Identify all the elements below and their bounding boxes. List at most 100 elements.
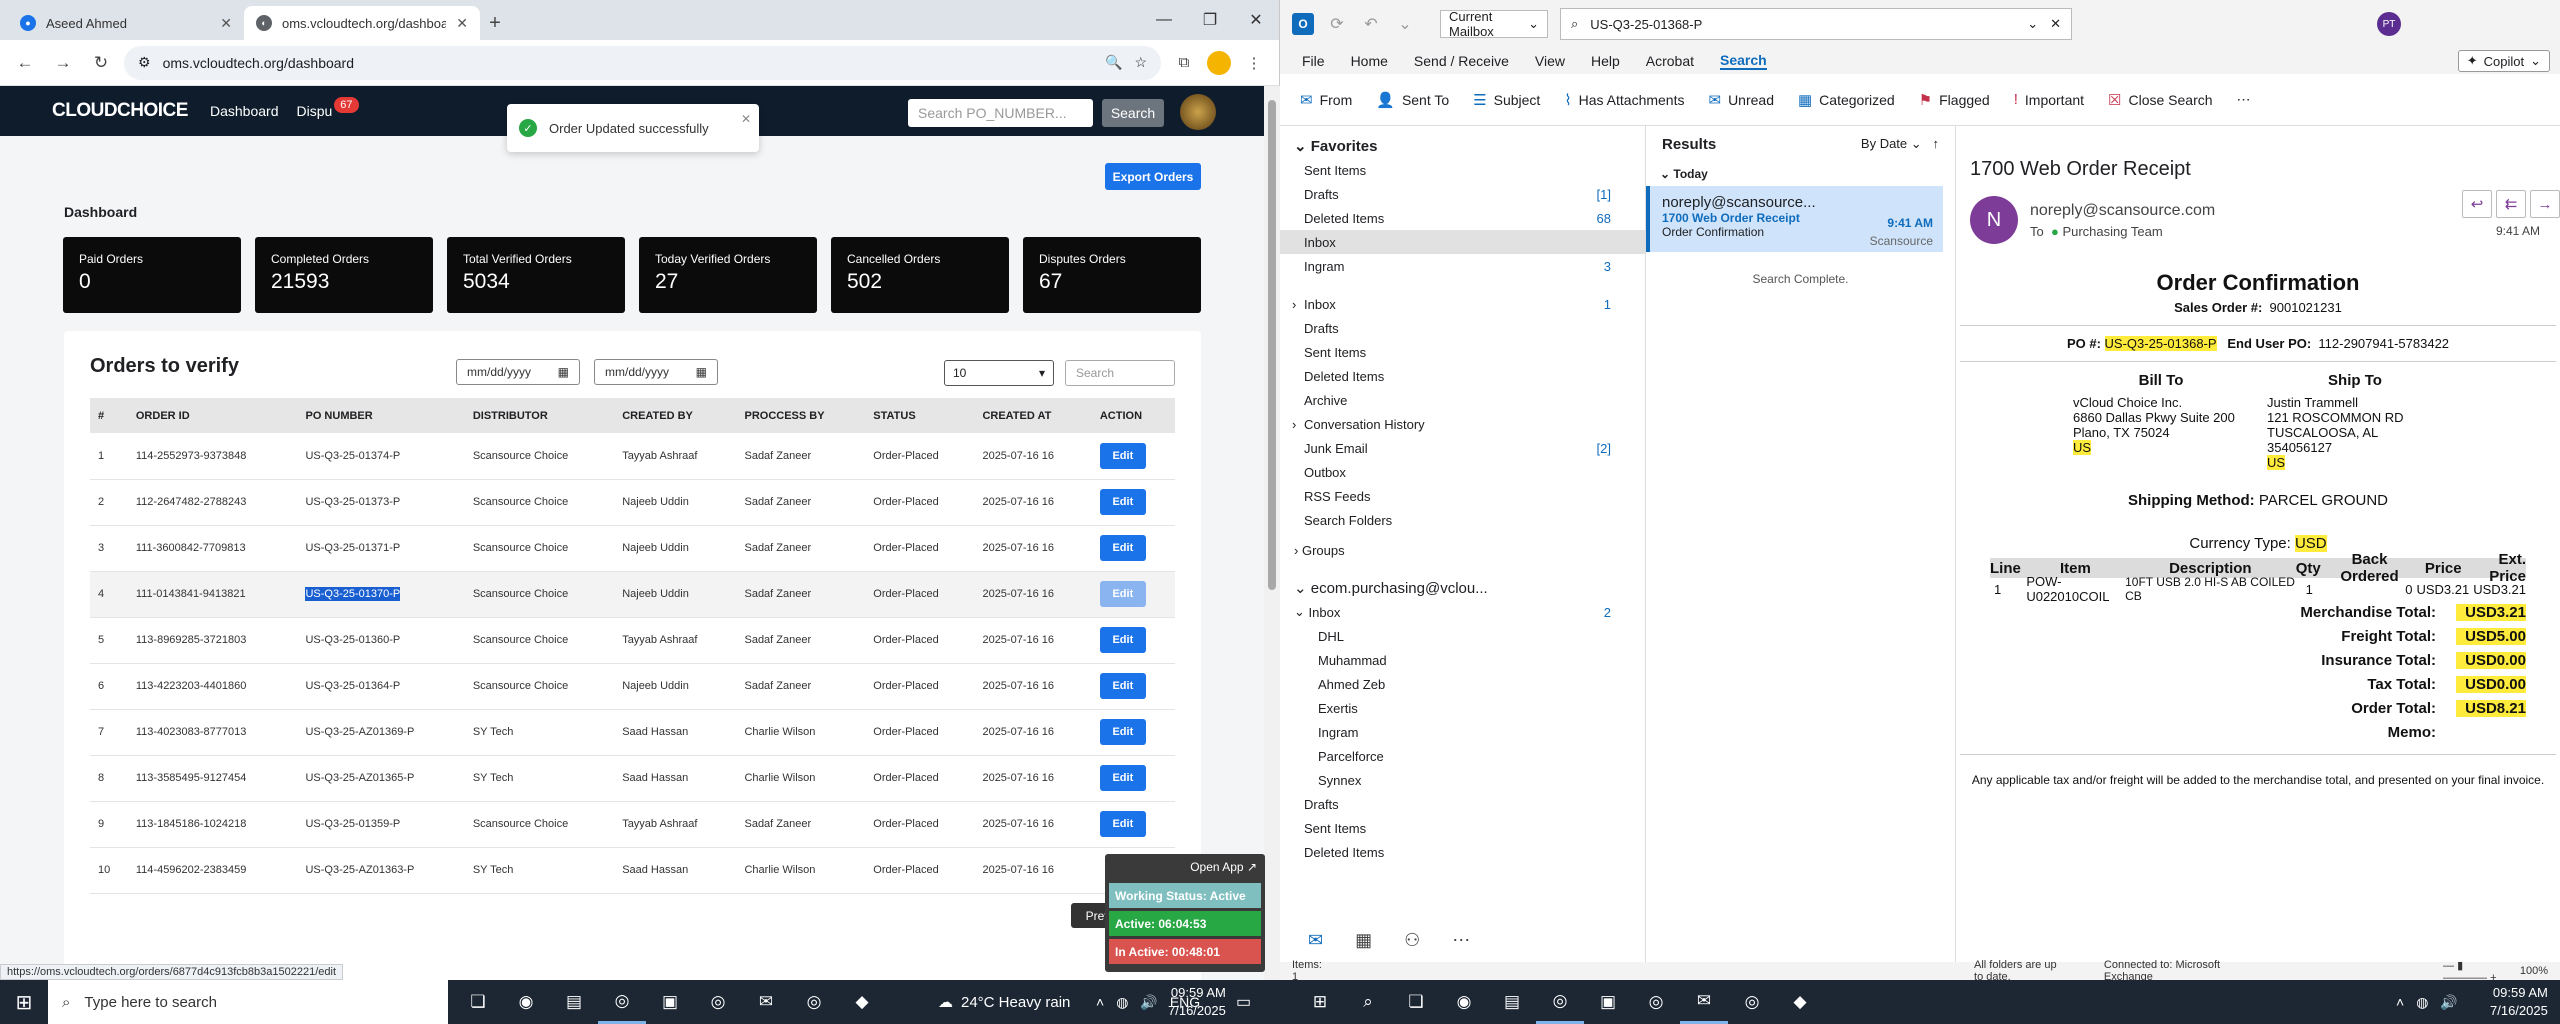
date-to-input[interactable]: mm/dd/yyyy ▦ [594, 359, 718, 385]
vpn-app-icon[interactable]: ◆ [1776, 980, 1824, 1024]
start-icon[interactable]: ⊞ [1296, 980, 1344, 1024]
edit-button[interactable]: Edit [1099, 673, 1146, 699]
ribbon-important[interactable]: ! Important [2014, 91, 2084, 108]
favorite-folder[interactable]: Sent Items [1280, 158, 1645, 182]
ribbon-from[interactable]: ✉ From [1300, 91, 1352, 109]
inbox-subfolder[interactable]: Ahmed Zeb [1280, 672, 1645, 696]
weather-widget[interactable]: ☁ 24°C Heavy rain [938, 980, 1070, 1024]
chevron-right-icon[interactable]: › [1292, 297, 1296, 312]
ribbon-flagged[interactable]: ⚑ Flagged [1919, 91, 1990, 109]
menu-help[interactable]: Help [1591, 53, 1620, 69]
ribbon-has-attachments[interactable]: ⌇ Has Attachments [1564, 91, 1684, 109]
vpn-app-icon[interactable]: ◆ [838, 980, 886, 1024]
reload-icon[interactable]: ↻ [86, 48, 116, 78]
account-avatar[interactable]: PT [2377, 12, 2401, 36]
copilot-button[interactable]: ✦ Copilot ⌄ [2457, 50, 2550, 72]
windows-start-icon[interactable]: ⊞ [0, 980, 48, 1024]
people-icon[interactable]: ⚇ [1404, 930, 1420, 951]
outlook-search-input[interactable]: ⌕ US-Q3-25-01368-P ⌄ ✕ [1560, 8, 2072, 40]
chevron-down-icon[interactable]: ⌄ [2027, 16, 2038, 32]
ribbon-unread[interactable]: ✉ Unread [1708, 91, 1774, 109]
notifications-icon[interactable]: ▭ [1236, 992, 1251, 1012]
edit-button[interactable]: Edit [1099, 535, 1146, 561]
ribbon-categorized[interactable]: ▦ Categorized [1798, 91, 1895, 109]
volume-icon[interactable]: 🔊 [1140, 994, 1157, 1011]
ribbon-subject[interactable]: ☰ Subject [1473, 91, 1540, 109]
table-search-input[interactable]: Search [1065, 360, 1175, 386]
close-tab-icon[interactable]: ✕ [220, 15, 232, 32]
omnibox[interactable]: ⚙ oms.vcloudtech.org/dashboard 🔍 ☆ [124, 45, 1161, 80]
menu-acrobat[interactable]: Acrobat [1646, 53, 1694, 69]
maximize-icon[interactable]: ❐ [1187, 0, 1233, 40]
new-tab-button[interactable]: + [480, 6, 510, 40]
edit-button[interactable]: Edit [1099, 719, 1146, 745]
chevron-right-icon[interactable]: › [1292, 417, 1296, 432]
zoom-app-icon[interactable]: ▣ [1584, 980, 1632, 1024]
tray-chevron-icon[interactable]: ˄ [2396, 994, 2404, 1010]
sort-direction-icon[interactable]: ↑ [1933, 136, 1940, 151]
mail-folder[interactable]: › Conversation History [1280, 412, 1645, 436]
clock-right[interactable]: 09:59 AM 7/16/2025 [2490, 984, 2548, 1020]
forward-icon[interactable]: → [48, 48, 78, 78]
browser-tab-aseed[interactable]: ● Aseed Ahmed ✕ [8, 6, 244, 40]
taskbar-search-input[interactable]: ⌕ Type here to search [48, 980, 448, 1024]
mail-folder[interactable]: Outbox [1280, 460, 1645, 484]
mail-icon[interactable]: ✉ [1308, 930, 1323, 951]
inbox-subfolder[interactable]: Ingram [1280, 720, 1645, 744]
calendar-icon[interactable]: ▦ [558, 365, 569, 379]
close-toast-icon[interactable]: ✕ [741, 112, 751, 126]
menu-search[interactable]: Search [1720, 52, 1767, 70]
mail-folder[interactable]: Deleted Items [1280, 364, 1645, 388]
ribbon-sent-to[interactable]: 👤 Sent To [1376, 91, 1449, 109]
menu-home[interactable]: Home [1351, 53, 1388, 69]
favorite-folder[interactable]: Inbox [1280, 230, 1645, 254]
menu-view[interactable]: View [1535, 53, 1565, 69]
account-folder[interactable]: Sent Items [1280, 816, 1645, 840]
edge-icon[interactable]: ◉ [502, 980, 550, 1024]
open-app-link[interactable]: Open App ↗ [1105, 854, 1265, 880]
edit-button[interactable]: Edit [1099, 765, 1146, 791]
extensions-icon[interactable]: ⧉ [1169, 48, 1199, 78]
account-folder[interactable]: Deleted Items [1280, 840, 1645, 864]
mail-folder[interactable]: › Inbox 1 [1280, 292, 1645, 316]
menu-file[interactable]: File [1302, 53, 1325, 69]
user-avatar[interactable] [1180, 94, 1216, 130]
account-folder[interactable]: Drafts [1280, 792, 1645, 816]
nav-dashboard[interactable]: Dashboard [210, 103, 279, 119]
minimize-icon[interactable]: — [1141, 0, 1187, 40]
chrome-profile2-icon[interactable]: ◎ [790, 980, 838, 1024]
inbox-subfolder[interactable]: DHL [1280, 624, 1645, 648]
ribbon-more-icon[interactable]: ⋯ [2237, 91, 2251, 108]
inbox-subfolder[interactable]: Parcelforce [1280, 744, 1645, 768]
volume-icon[interactable]: 🔊 [2440, 994, 2457, 1011]
group-today[interactable]: ⌄ Today [1646, 162, 1955, 186]
mailbox-scope-select[interactable]: Current Mailbox ⌄ [1440, 9, 1548, 39]
groups-header[interactable]: › Groups [1280, 538, 1645, 562]
inbox-subfolder[interactable]: Synnex [1280, 768, 1645, 792]
reply-all-icon[interactable]: ⇇ [2496, 190, 2526, 218]
edit-button[interactable]: Edit [1099, 627, 1146, 653]
close-icon[interactable]: ✕ [1233, 0, 1279, 40]
edit-button[interactable]: Edit [1099, 442, 1146, 469]
network-icon[interactable]: ◍ [2416, 994, 2428, 1011]
chrome-profile-icon[interactable]: ◎ [1632, 980, 1680, 1024]
browser-tab-dashboard[interactable]: ◐ oms.vcloudtech.org/dashboard ✕ [244, 6, 480, 40]
clock-left[interactable]: 09:59 AM 7/16/2025 [1168, 984, 1226, 1020]
edge-icon[interactable]: ◉ [1440, 980, 1488, 1024]
account-header[interactable]: ⌄ ecom.purchasing@vclou... [1280, 576, 1645, 600]
more-apps-icon[interactable]: ⋯ [1452, 930, 1470, 951]
edit-button[interactable]: Edit [1099, 489, 1146, 515]
favorite-folder[interactable]: Drafts [1] [1280, 182, 1645, 206]
mail-folder[interactable]: Junk Email [2] [1280, 436, 1645, 460]
close-tab-icon[interactable]: ✕ [456, 15, 468, 32]
favorites-header[interactable]: ⌄ Favorites [1280, 134, 1645, 158]
chrome-profile2-icon[interactable]: ◎ [1728, 980, 1776, 1024]
page-scrollbar[interactable] [1264, 86, 1280, 980]
tray-chevron-icon[interactable]: ˄ [1096, 994, 1104, 1010]
task-view-icon[interactable]: ❏ [1392, 980, 1440, 1024]
nav-disputes[interactable]: Dispu [297, 103, 333, 119]
profile-avatar[interactable] [1207, 50, 1231, 75]
network-icon[interactable]: ◍ [1116, 994, 1128, 1011]
back-icon[interactable]: ← [10, 48, 40, 78]
mail-folder[interactable]: Drafts [1280, 316, 1645, 340]
